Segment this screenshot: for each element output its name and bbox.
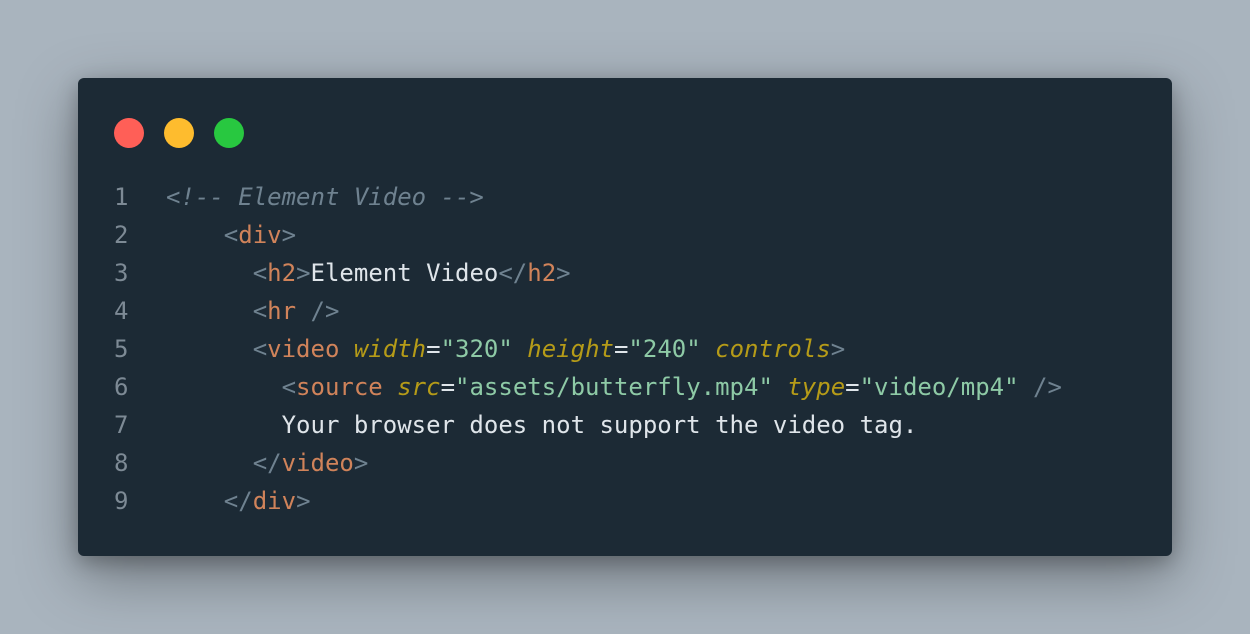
window-controls: [114, 118, 244, 148]
code-token-attr: controls: [715, 335, 831, 363]
code-token-punct: >: [830, 335, 846, 363]
code-token-punct: />: [296, 297, 340, 325]
code-token-attr: height: [527, 335, 614, 363]
code-token-punct: />: [1018, 373, 1062, 401]
line-source: <h2>Element Video</h2>: [166, 254, 571, 292]
code-token-tag: h2: [267, 259, 297, 287]
code-token-eq: =: [426, 335, 441, 363]
line-source: <div>: [166, 216, 296, 254]
code-token-text: Element Video: [310, 259, 499, 287]
line-number: 3: [114, 259, 129, 287]
code-token-comment: <!-- Element Video -->: [166, 183, 484, 211]
code-token-punct: </: [223, 487, 253, 515]
line-source: </div>: [166, 482, 311, 520]
code-token-punct: >: [296, 487, 311, 515]
code-window: 1 <!-- Element Video --> 2 <div> 3 <h2>Elem…: [78, 78, 1172, 556]
code-token-tag: hr: [267, 297, 297, 325]
code-line: 7 Your browser does not support the vide…: [78, 406, 1172, 444]
code-token-attr: width: [353, 335, 427, 363]
maximize-dot-icon[interactable]: [214, 118, 244, 148]
code-token-eq: =: [613, 335, 629, 363]
line-source: <!-- Element Video -->: [166, 178, 484, 216]
code-line: 8 </video>: [78, 444, 1172, 482]
code-token-attr: type: [787, 373, 846, 401]
line-number: 7: [114, 411, 129, 439]
code-line: 2 <div>: [78, 216, 1172, 254]
line-source: <video width="320" height="240" controls…: [166, 330, 845, 368]
line-number: 8: [114, 449, 129, 477]
code-token-punct: <: [223, 221, 239, 249]
minimize-dot-icon[interactable]: [164, 118, 194, 148]
line-source: </video>: [166, 444, 369, 482]
code-token-punct: >: [556, 259, 571, 287]
code-token-attr: src: [397, 373, 441, 401]
line-number: 4: [114, 297, 129, 325]
line-number: 5: [114, 335, 129, 363]
line-source: <hr />: [166, 292, 340, 330]
code-token-punct: <: [252, 259, 268, 287]
code-token-punct: <: [252, 297, 268, 325]
line-number: 6: [114, 373, 129, 401]
code-token-tag: video: [281, 449, 354, 477]
code-line: 3 <h2>Element Video</h2>: [78, 254, 1172, 292]
code-token-eq: =: [845, 373, 860, 401]
code-line: 1 <!-- Element Video -->: [78, 178, 1172, 216]
line-number: 1: [114, 183, 129, 211]
code-token-str: "assets/butterfly.mp4": [455, 373, 773, 401]
code-token-punct: >: [281, 221, 297, 249]
code-line: 4 <hr />: [78, 292, 1172, 330]
code-token-punct: </: [252, 449, 282, 477]
code-token-text: Your browser does not support the video …: [281, 411, 918, 439]
code-token-punct: <: [281, 373, 297, 401]
code-token-punct: >: [353, 449, 369, 477]
code-line: 6 <source src="assets/butterfly.mp4" typ…: [78, 368, 1172, 406]
code-token-punct: </: [498, 259, 528, 287]
code-line: 5 <video width="320" height="240" contro…: [78, 330, 1172, 368]
line-source: Your browser does not support the video …: [166, 406, 918, 444]
code-token-tag: h2: [527, 259, 557, 287]
code-token-tag: video: [267, 335, 340, 363]
code-token-tag: div: [238, 221, 282, 249]
code-block: 1 <!-- Element Video --> 2 <div> 3 <h2>Elem…: [78, 178, 1172, 520]
code-token-tag: source: [296, 373, 383, 401]
close-dot-icon[interactable]: [114, 118, 144, 148]
line-number: 9: [114, 487, 129, 515]
code-token-str: "320": [440, 335, 513, 363]
code-token-eq: =: [440, 373, 456, 401]
code-token-punct: <: [252, 335, 268, 363]
code-token-tag: div: [252, 487, 297, 515]
code-token-str: "video/mp4": [859, 373, 1019, 401]
code-token-str: "240": [628, 335, 701, 363]
line-source: <source src="assets/butterfly.mp4" type=…: [166, 368, 1062, 406]
line-number: 2: [114, 221, 129, 249]
code-line: 9 </div>: [78, 482, 1172, 520]
code-token-punct: >: [296, 259, 311, 287]
